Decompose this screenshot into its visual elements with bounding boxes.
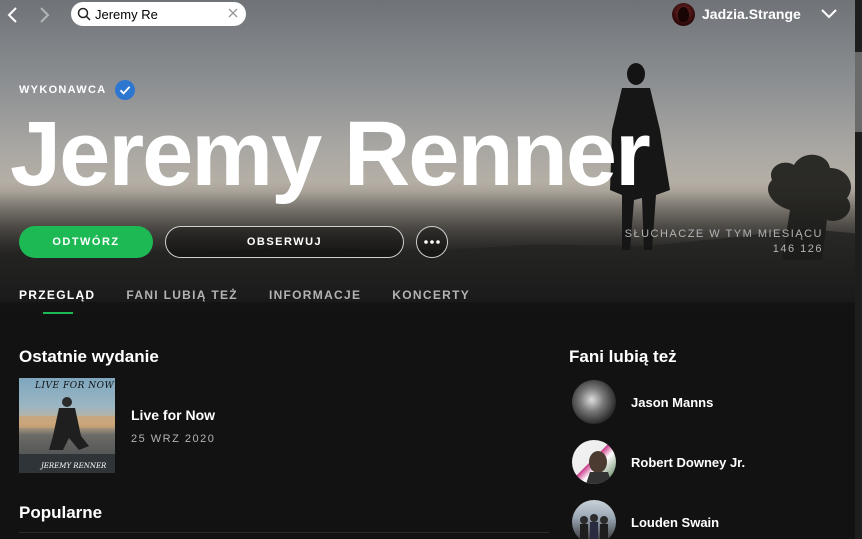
more-options-button[interactable] — [416, 226, 448, 258]
chevron-right-icon — [40, 7, 50, 23]
avatar-art — [580, 514, 608, 539]
cover-title: LIVE FOR NOW — [35, 381, 115, 391]
search-icon — [77, 7, 91, 21]
artist-name: Jeremy Renner — [10, 103, 651, 205]
fans-also-like-title: Fani lubią też — [569, 347, 677, 366]
scrollbar-thumb[interactable] — [855, 52, 862, 132]
artist-type-row: WYKONAWCA — [19, 80, 136, 100]
artist-avatar[interactable] — [572, 500, 616, 539]
tab-about[interactable]: INFORMACJE — [269, 288, 361, 314]
search-input[interactable] — [95, 6, 223, 22]
follow-button[interactable]: OBSERWUJ — [165, 226, 404, 258]
top-bar: Jadzia.Strange — [0, 0, 862, 30]
artist-name-link[interactable]: Robert Downey Jr. — [631, 455, 745, 470]
avatar-art — [586, 451, 612, 484]
list-item[interactable]: Robert Downey Jr. — [572, 440, 745, 484]
verified-check-icon — [115, 80, 136, 100]
popular-title: Popularne — [19, 503, 103, 522]
tab-concerts[interactable]: KONCERTY — [392, 288, 470, 314]
username[interactable]: Jadzia.Strange — [702, 6, 801, 22]
release-cover[interactable]: LIVE FOR NOW JEREMY RENNER — [19, 378, 115, 473]
release-name[interactable]: Live for Now — [131, 407, 215, 423]
divider — [19, 532, 549, 533]
tab-fans-also-like[interactable]: FANI LUBIĄ TEŻ — [126, 288, 238, 314]
latest-release-title: Ostatnie wydanie — [19, 347, 159, 366]
list-item[interactable]: Louden Swain — [572, 500, 719, 539]
artist-tabs: PRZEGLĄD FANI LUBIĄ TEŻ INFORMACJE KONCE… — [19, 288, 501, 314]
artist-name-link[interactable]: Louden Swain — [631, 515, 719, 530]
cover-artist: JEREMY RENNER — [41, 462, 107, 470]
artist-avatar[interactable] — [572, 440, 616, 484]
user-widget[interactable]: Jadzia.Strange — [672, 2, 801, 26]
close-icon[interactable] — [227, 7, 239, 19]
monthly-listeners-count: 146 126 — [772, 243, 823, 255]
more-dots-icon — [424, 240, 440, 244]
monthly-listeners: SŁUCHACZE W TYM MIESIĄCU 146 126 — [625, 228, 823, 255]
monthly-listeners-label: SŁUCHACZE W TYM MIESIĄCU — [624, 228, 823, 240]
user-menu-button[interactable] — [820, 7, 838, 21]
chevron-down-icon — [821, 9, 837, 19]
search-box[interactable] — [71, 2, 246, 26]
list-item[interactable]: Jason Manns — [572, 380, 713, 424]
chevron-left-icon — [7, 7, 17, 23]
forward-button[interactable] — [34, 4, 56, 26]
artist-avatar[interactable] — [572, 380, 616, 424]
cover-art — [19, 397, 115, 473]
avatar[interactable] — [672, 2, 695, 26]
artist-name-link[interactable]: Jason Manns — [631, 395, 713, 410]
release-date: 25 WRZ 2020 — [131, 433, 216, 445]
back-button[interactable] — [1, 4, 23, 26]
artist-type-label: WYKONAWCA — [19, 84, 107, 96]
play-button[interactable]: ODTWÓRZ — [19, 226, 153, 258]
tab-overview[interactable]: PRZEGLĄD — [19, 288, 95, 314]
